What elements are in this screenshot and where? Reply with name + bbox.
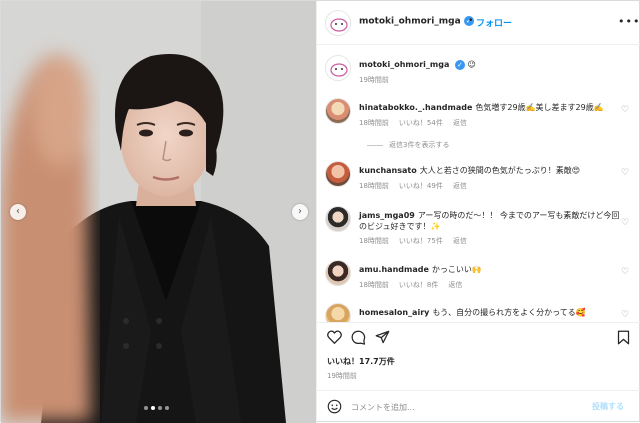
- caption-username[interactable]: motoki_ohmori_mga: [359, 60, 449, 69]
- comment-meta: 18時間前 いいね！75件 返信: [359, 236, 477, 246]
- previous-photo-button[interactable]: ‹: [10, 204, 26, 220]
- heart-icon[interactable]: ♡: [621, 168, 629, 178]
- verified-icon: ✓: [454, 59, 465, 70]
- author-avatar[interactable]: [325, 55, 351, 81]
- comment-time: 18時間前: [359, 119, 389, 127]
- comment-likes[interactable]: いいね！75件: [399, 237, 443, 245]
- author-username-text[interactable]: motoki_ohmori_mga: [359, 17, 461, 27]
- heart-icon[interactable]: ♡: [621, 105, 629, 115]
- caption-text: motoki_ohmori_mga ✓ 😉: [359, 59, 621, 70]
- post-time: 19時間前: [327, 372, 357, 380]
- comment-time: 18時間前: [359, 182, 389, 190]
- comment-time: 18時間前: [359, 237, 389, 245]
- comment-likes[interactable]: いいね！8件: [399, 281, 438, 289]
- commenter-username[interactable]: amu.handmade: [359, 265, 429, 274]
- comment-input[interactable]: [351, 400, 581, 414]
- commenter-username[interactable]: hinatabokko._.handmade: [359, 103, 472, 112]
- caption-time: 19時間前: [359, 76, 389, 84]
- caption-meta: 19時間前: [359, 75, 399, 85]
- post-photo[interactable]: ‹ ›: [1, 1, 316, 423]
- chevron-right-icon: ›: [298, 206, 302, 217]
- comments-list[interactable]: motoki_ohmori_mga ✓ 😉 19時間前 hinatabokko.…: [317, 45, 640, 322]
- comment-text: homesalon_airy もう、自分の撮られ方をよく分かってる🥰: [359, 307, 621, 318]
- caption-body: 😉: [467, 60, 476, 69]
- comment-body: 色気増す29歳✍️美し差ます29歳✍️: [475, 103, 604, 112]
- more-icon[interactable]: •••: [618, 15, 640, 28]
- post-actions: いいね！17.7万件 19時間前: [317, 322, 640, 390]
- comment-icon: [351, 330, 366, 345]
- chevron-left-icon: ‹: [16, 206, 20, 217]
- carousel-dot: [144, 406, 148, 410]
- carousel-dot: [165, 406, 169, 410]
- commenter-avatar[interactable]: [325, 98, 351, 124]
- commenter-avatar[interactable]: [325, 161, 351, 187]
- reply-button[interactable]: 返信: [453, 119, 467, 127]
- commenter-avatar[interactable]: [325, 206, 351, 232]
- likes-count[interactable]: いいね！17.7万件: [327, 356, 395, 367]
- reply-button[interactable]: 返信: [448, 281, 462, 289]
- header-separator: •: [468, 16, 474, 26]
- view-replies-button[interactable]: 返信3件を表示する: [367, 140, 449, 150]
- comment-text: hinatabokko._.handmade 色気増す29歳✍️美し差ます29歳✍…: [359, 102, 621, 113]
- author-avatar[interactable]: [325, 10, 351, 36]
- commenter-username[interactable]: homesalon_airy: [359, 308, 429, 317]
- heart-icon[interactable]: ♡: [621, 267, 629, 277]
- reply-button[interactable]: 返信: [453, 237, 467, 245]
- photo-illustration: [1, 1, 316, 423]
- commenter-avatar[interactable]: [325, 260, 351, 286]
- comment-time: 18時間前: [359, 281, 389, 289]
- heart-icon[interactable]: ♡: [621, 218, 629, 228]
- carousel-dot: [158, 406, 162, 410]
- follow-button[interactable]: フォロー: [476, 16, 512, 29]
- post-modal: ‹ › motoki_ohmori_mga ✓ • フォロー ••• motok…: [0, 0, 640, 423]
- like-button[interactable]: [327, 330, 342, 346]
- heart-icon[interactable]: ♡: [621, 310, 629, 320]
- comment-meta: 18時間前 いいね！54件 返信: [359, 118, 477, 128]
- post-header: motoki_ohmori_mga ✓ • フォロー •••: [317, 1, 640, 45]
- comment-button[interactable]: [351, 330, 366, 347]
- author-username[interactable]: motoki_ohmori_mga ✓: [359, 16, 474, 27]
- save-button[interactable]: [617, 330, 630, 347]
- reply-button[interactable]: 返信: [453, 182, 467, 190]
- comment-meta: 18時間前 いいね！49件 返信: [359, 181, 477, 191]
- post-comment-button[interactable]: 投稿する: [592, 401, 624, 412]
- emoji-icon: [327, 399, 342, 414]
- carousel-dot: [151, 406, 155, 410]
- comment-body: かっこいい🙌: [431, 265, 482, 274]
- commenter-username[interactable]: kunchansato: [359, 166, 417, 175]
- comment-text: kunchansato 大人と若さの狭間の色気がたっぷり！素敵😍: [359, 165, 621, 176]
- comment-meta: 18時間前 いいね！8件 返信: [359, 280, 472, 290]
- comment-likes[interactable]: いいね！49件: [399, 182, 443, 190]
- comment-text: jams_mga09 アー写の時のだ〜！！ 今までのアー写も素敵だけど今回のビジュ…: [359, 210, 621, 232]
- carousel-indicator: [144, 406, 169, 410]
- comment-composer: 投稿する: [317, 390, 640, 423]
- comment-body: 大人と若さの狭間の色気がたっぷり！素敵😍: [419, 166, 581, 175]
- heart-icon: [327, 330, 342, 345]
- comment-text: amu.handmade かっこいい🙌: [359, 264, 621, 275]
- post-side-panel: motoki_ohmori_mga ✓ • フォロー ••• motoki_oh…: [316, 1, 640, 423]
- comment-likes[interactable]: いいね！54件: [399, 119, 443, 127]
- next-photo-button[interactable]: ›: [292, 204, 308, 220]
- bookmark-icon: [617, 330, 630, 345]
- commenter-username[interactable]: jams_mga09: [359, 211, 415, 220]
- share-button[interactable]: [375, 330, 390, 346]
- commenter-avatar[interactable]: [325, 303, 351, 322]
- share-icon: [375, 330, 390, 344]
- emoji-button[interactable]: [327, 399, 342, 416]
- comment-body: もう、自分の撮られ方をよく分かってる🥰: [432, 308, 586, 317]
